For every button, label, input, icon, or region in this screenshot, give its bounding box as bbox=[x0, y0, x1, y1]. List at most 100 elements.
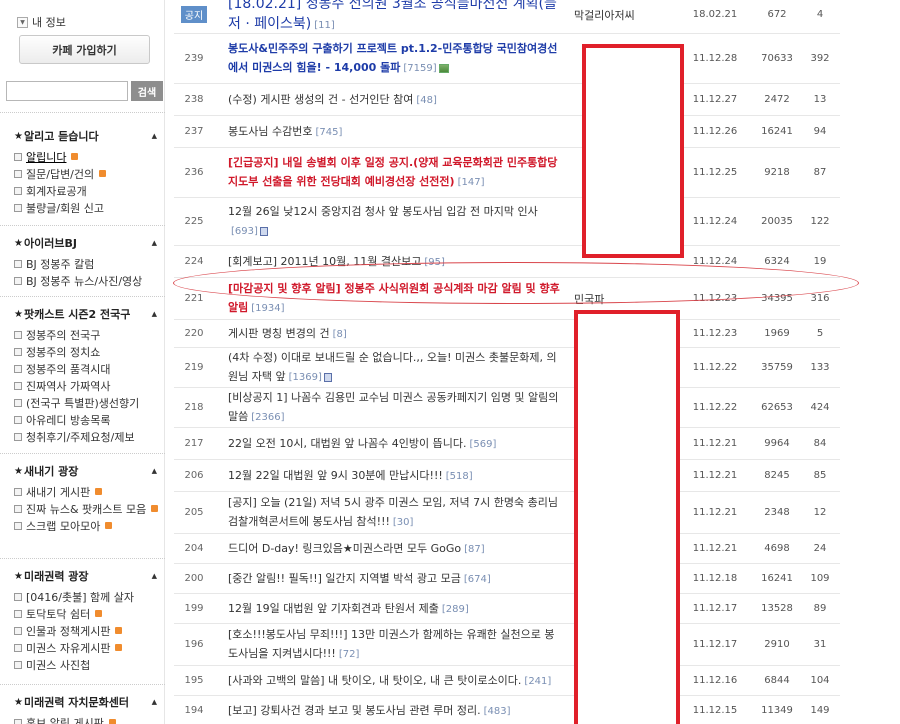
sidebar-menu-item[interactable]: 새내기 게시판 bbox=[14, 483, 159, 500]
sidebar-menu-item[interactable]: 진짜 뉴스& 팟캐스트 모음 bbox=[14, 500, 159, 517]
sidebar-menu-item[interactable]: 아유레디 방송목록 bbox=[14, 411, 159, 428]
like-count: 87 bbox=[813, 167, 827, 178]
menu-group-title[interactable]: ★ 새내기 광장 ▲ bbox=[14, 463, 159, 479]
post-title-link[interactable]: (4차 수정) 이대로 보내드릴 순 없습니다.,, 오늘! 미권스 촛불문화제… bbox=[228, 351, 557, 383]
board-icon bbox=[14, 186, 22, 195]
post-number: 239 bbox=[184, 53, 204, 64]
board-icon bbox=[14, 718, 22, 724]
post-title-link[interactable]: 게시판 명칭 변경의 건 bbox=[228, 327, 330, 340]
comment-count[interactable]: [2366] bbox=[251, 412, 284, 423]
board-icon bbox=[14, 643, 22, 652]
post-title-link[interactable]: [사과와 고백의 말씀] 내 탓이오, 내 탓이오, 내 큰 탓이로소이다. bbox=[228, 674, 521, 687]
comment-count[interactable]: [147] bbox=[458, 177, 485, 188]
sidebar-menu-item[interactable]: 정봉주의 품격시대 bbox=[14, 360, 159, 377]
comment-count[interactable]: [8] bbox=[333, 329, 347, 340]
comment-count[interactable]: [30] bbox=[393, 517, 414, 528]
sidebar-menu-item[interactable]: 정봉주의 정치쇼 bbox=[14, 343, 159, 360]
collapse-caret-icon[interactable]: ▲ bbox=[152, 132, 157, 140]
search-button[interactable]: 검색 bbox=[131, 81, 163, 101]
menu-group-title[interactable]: ★ 아이러브BJ ▲ bbox=[14, 235, 159, 251]
sidebar-menu-label: 홍보 알림 게시판 bbox=[26, 716, 104, 724]
like-count: 122 bbox=[810, 216, 830, 227]
board-icon bbox=[14, 259, 22, 268]
collapse-caret-icon[interactable]: ▲ bbox=[152, 467, 157, 475]
comment-count[interactable]: [1369] bbox=[289, 372, 322, 383]
collapse-caret-icon[interactable]: ▲ bbox=[152, 310, 157, 318]
post-title-cell: 22일 오전 10시, 대법원 앞 나꼼수 4인방이 뜹니다. [569] bbox=[214, 434, 564, 454]
sidebar-menu-item[interactable]: 미권스 자유게시판 bbox=[14, 639, 159, 656]
comment-count[interactable]: [518] bbox=[446, 471, 473, 482]
my-info-toggle[interactable]: ▼ 내 정보 bbox=[17, 14, 66, 30]
sidebar-menu-item[interactable]: [0416/촛불] 함께 살자 bbox=[14, 588, 159, 605]
comment-count[interactable]: [72] bbox=[339, 649, 360, 660]
post-title-cell: (수정) 게시판 생성의 건 - 선거인단 참여 [48] bbox=[214, 90, 564, 110]
sidebar-menu-item[interactable]: (전국구 특별판)생선향기 bbox=[14, 394, 159, 411]
table-row: 236 [긴급공지] 내일 송별회 이후 일정 공지.(양재 교육문화회관 민주통… bbox=[174, 148, 840, 198]
join-cafe-button[interactable]: 카페 가입하기 bbox=[19, 35, 150, 64]
post-title-link[interactable]: 봉도사님 수감번호 bbox=[228, 125, 312, 138]
post-title-link[interactable]: [보고] 강퇴사건 경과 보고 및 봉도사님 관련 루머 정리. bbox=[228, 704, 481, 717]
star-icon: ★ bbox=[14, 696, 23, 708]
comment-count[interactable]: [693] bbox=[231, 226, 258, 237]
comment-count[interactable]: [7159] bbox=[403, 63, 436, 74]
post-title-link[interactable]: 12월 26일 낮12시 중앙지검 청사 앞 봉도사님 입감 전 마지막 인사 bbox=[228, 205, 538, 218]
post-number: 200 bbox=[184, 573, 204, 584]
sidebar-menu-item[interactable]: 미권스 사진첩 bbox=[14, 656, 159, 673]
menu-group-title[interactable]: ★ 미래권력 자치문화센터 ▲ bbox=[14, 694, 159, 710]
search-input[interactable] bbox=[6, 81, 128, 101]
board-icon bbox=[14, 432, 22, 441]
comment-count[interactable]: [11] bbox=[314, 20, 335, 31]
post-title-link[interactable]: 드디어 D-day! 링크있음★미권스라면 모두 GoGo bbox=[228, 542, 461, 555]
menu-group-title-text: ★ 알리고 듣습니다 bbox=[14, 128, 99, 144]
post-title-link[interactable]: 12월 19일 대법원 앞 기자회견과 탄원서 제출 bbox=[228, 602, 439, 615]
sidebar-menu-item[interactable]: 알립니다 bbox=[14, 148, 159, 165]
post-title-link[interactable]: (수정) 게시판 생성의 건 - 선거인단 참여 bbox=[228, 93, 413, 106]
sidebar-menu-item[interactable]: 청취후기/주제요청/제보 bbox=[14, 428, 159, 445]
collapse-caret-icon[interactable]: ▲ bbox=[152, 572, 157, 580]
sidebar-menu-item[interactable]: 회계자료공개 bbox=[14, 182, 159, 199]
menu-group-title[interactable]: ★ 미래권력 광장 ▲ bbox=[14, 568, 159, 584]
collapse-caret-icon[interactable]: ▲ bbox=[152, 698, 157, 706]
comment-count[interactable]: [289] bbox=[442, 604, 469, 615]
sidebar-menu-item[interactable]: 토닥토닥 쉼터 bbox=[14, 605, 159, 622]
file-attachment-icon bbox=[259, 226, 268, 236]
sidebar-menu-item[interactable]: 불량글/회원 신고 bbox=[14, 199, 159, 216]
sidebar-menu-label: BJ 정봉주 뉴스/사진/영상 bbox=[26, 274, 143, 288]
sidebar-menu-label: 회계자료공개 bbox=[26, 184, 87, 198]
comment-count[interactable]: [48] bbox=[416, 95, 437, 106]
sidebar-menu-item[interactable]: 스크랩 모아모아 bbox=[14, 517, 159, 534]
post-author[interactable]: 막걸리아저씨 bbox=[564, 7, 679, 23]
comment-count[interactable]: [241] bbox=[524, 676, 551, 687]
like-count: 109 bbox=[810, 573, 830, 584]
sidebar-menu-item[interactable]: 홍보 알림 게시판 bbox=[14, 714, 159, 724]
post-title-link[interactable]: [호소!!!봉도사님 무죄!!!] 13만 미권스가 함께하는 유쾌한 실천으로… bbox=[228, 628, 555, 660]
table-row: 194 [보고] 강퇴사건 경과 보고 및 봉도사님 관련 루머 정리. [483]… bbox=[174, 696, 840, 724]
new-post-icon bbox=[151, 505, 159, 512]
menu-group-title[interactable]: ★ 팟캐스트 시즌2 전국구 ▲ bbox=[14, 306, 159, 322]
comment-count[interactable]: [674] bbox=[464, 574, 491, 585]
sidebar-menu-item[interactable]: 진짜역사 가짜역사 bbox=[14, 377, 159, 394]
sidebar-menu-label: 정봉주의 품격시대 bbox=[26, 362, 111, 376]
post-title-link[interactable]: 봉도사&민주주의 구출하기 프로젝트 pt.1.2-민주통합당 국민참여경선에서… bbox=[228, 42, 557, 74]
sidebar-menu-item[interactable]: 인물과 정책게시판 bbox=[14, 622, 159, 639]
post-title-link[interactable]: [18.02.21] 정봉주 전의원 3월초 공식블마전전 계획(블저 · 페이… bbox=[228, 0, 557, 32]
post-title-cell: [중간 알림!! 필독!!] 일간지 지역별 박석 광고 모금 [674] bbox=[214, 569, 564, 589]
post-title-link[interactable]: 12월 22일 대법원 앞 9시 30분에 만납시다!!! bbox=[228, 469, 443, 482]
post-title-link[interactable]: 22일 오전 10시, 대법원 앞 나꼼수 4인방이 뜹니다. bbox=[228, 437, 467, 450]
board-icon bbox=[14, 415, 22, 424]
comment-count[interactable]: [745] bbox=[315, 127, 342, 138]
sidebar-menu-item[interactable]: BJ 정봉주 뉴스/사진/영상 bbox=[14, 272, 159, 289]
post-title-link[interactable]: [중간 알림!! 필독!!] 일간지 지역별 박석 광고 모금 bbox=[228, 572, 461, 585]
sidebar-menu-item[interactable]: 질문/답변/건의 bbox=[14, 165, 159, 182]
like-count: 316 bbox=[810, 293, 830, 304]
comment-count[interactable]: [569] bbox=[470, 439, 497, 450]
comment-count[interactable]: [1934] bbox=[251, 303, 284, 314]
view-count: 4698 bbox=[764, 543, 790, 554]
menu-group-title[interactable]: ★ 알리고 듣습니다 ▲ bbox=[14, 128, 159, 144]
comment-count[interactable]: [87] bbox=[464, 544, 485, 555]
post-title-link[interactable]: [긴급공지] 내일 송별회 이후 일정 공지.(양재 교육문화회관 민주통합당 … bbox=[228, 156, 557, 188]
sidebar-menu-item[interactable]: BJ 정봉주 칼럼 bbox=[14, 255, 159, 272]
comment-count[interactable]: [483] bbox=[484, 706, 511, 717]
collapse-caret-icon[interactable]: ▲ bbox=[152, 239, 157, 247]
sidebar-menu-item[interactable]: 정봉주의 전국구 bbox=[14, 326, 159, 343]
